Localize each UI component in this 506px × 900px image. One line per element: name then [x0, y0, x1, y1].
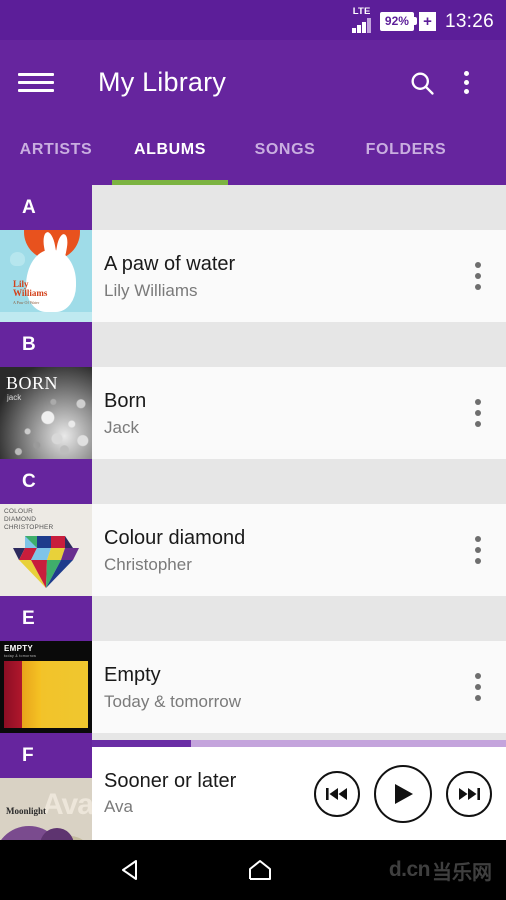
- row-overflow-icon[interactable]: [450, 673, 506, 701]
- album-meta: Colour diamond Christopher: [92, 526, 450, 575]
- album-art: COLOUR DIAMOND CHRISTOPHER: [0, 504, 92, 596]
- play-icon[interactable]: [374, 764, 432, 823]
- album-meta: A paw of water Lily Williams: [92, 252, 450, 301]
- battery-nub-icon: [413, 17, 417, 26]
- battery-indicator: 92% +: [379, 11, 436, 31]
- row-overflow-icon[interactable]: [450, 536, 506, 564]
- tab-artists[interactable]: ARTISTS: [0, 135, 112, 165]
- section-header-filler: [92, 322, 506, 367]
- network-type-label: LTE: [352, 6, 371, 18]
- tab-songs[interactable]: SONGS: [228, 135, 342, 165]
- tab-folders[interactable]: FOLDERS: [342, 135, 470, 165]
- app-bar: My Library: [0, 40, 506, 125]
- hamburger-menu-icon[interactable]: [18, 63, 58, 103]
- section-letter: A: [0, 185, 92, 230]
- mini-player[interactable]: Sooner or later Ava: [92, 740, 506, 840]
- album-art-subtext: Moonlight: [6, 806, 47, 816]
- album-meta: Empty Today & tomorrow: [92, 663, 450, 712]
- album-title: A paw of water: [104, 252, 236, 275]
- diamond-shape-icon: [13, 536, 79, 588]
- status-bar-right: LTE 92% + 13:26: [352, 7, 494, 33]
- section-letter: B: [0, 322, 92, 367]
- section-header: A: [0, 185, 506, 230]
- signal-indicator: LTE: [352, 7, 371, 33]
- section-header: B: [0, 322, 506, 367]
- album-art: Lily Williams A Paw Of Water: [0, 230, 92, 322]
- section-letter: F: [0, 733, 92, 778]
- album-art-text: Lily Williams A Paw Of Water: [13, 279, 48, 305]
- now-playing-title: Sooner or later: [104, 770, 237, 792]
- status-bar-clock: 13:26: [444, 10, 494, 32]
- page-title: My Library: [98, 67, 227, 97]
- more-vertical-icon[interactable]: [444, 61, 488, 105]
- section-letter: C: [0, 459, 92, 504]
- album-artist: Lily Williams: [104, 280, 198, 300]
- watermark-chinese: 当乐网: [432, 861, 492, 884]
- battery-level-label: 92%: [379, 11, 414, 31]
- skip-previous-icon[interactable]: [314, 770, 360, 817]
- mini-player-body: Sooner or later Ava: [92, 747, 506, 840]
- album-art-text: EMPTY today & tomorrow: [4, 644, 37, 658]
- app-root: LTE 92% + 13:26 My Library ARTISTS ALBUM…: [0, 0, 506, 900]
- album-art-subtext: jack: [7, 393, 22, 402]
- watermark-latin: d.cn: [388, 858, 431, 881]
- search-icon[interactable]: [400, 61, 444, 105]
- album-art-text: Ava: [42, 788, 92, 821]
- section-header: C: [0, 459, 506, 504]
- album-art-text: BORN: [6, 373, 59, 393]
- album-art: BORN jack: [0, 367, 92, 459]
- album-art-text: COLOUR DIAMOND CHRISTOPHER: [4, 508, 54, 532]
- section-header-filler: [92, 596, 506, 641]
- section-header-filler: [92, 459, 506, 504]
- status-bar: LTE 92% + 13:26: [0, 0, 506, 40]
- home-icon[interactable]: [220, 857, 300, 883]
- album-artist: Today & tomorrow: [104, 691, 241, 711]
- playback-progress-bar[interactable]: [92, 740, 506, 747]
- album-row[interactable]: COLOUR DIAMOND CHRISTOPHER Colour diamon…: [0, 504, 506, 596]
- tab-bar: ARTISTS ALBUMS SONGS FOLDERS: [0, 125, 506, 185]
- watermark: d.cn 当乐网: [389, 856, 492, 885]
- album-row[interactable]: EMPTY today & tomorrow Empty Today & tomo…: [0, 641, 506, 733]
- album-artist: Jack: [104, 417, 139, 437]
- system-navigation-bar: d.cn 当乐网: [0, 840, 506, 900]
- album-art: EMPTY today & tomorrow: [0, 641, 92, 733]
- now-playing-meta: Sooner or later Ava: [104, 770, 314, 817]
- album-title: Born: [104, 389, 147, 412]
- back-triangle-icon[interactable]: [92, 857, 172, 883]
- album-artist: Christopher: [104, 554, 192, 574]
- row-overflow-icon[interactable]: [450, 262, 506, 290]
- charging-plus-icon: +: [418, 11, 436, 31]
- album-title: Empty: [104, 663, 161, 686]
- signal-bars-icon: [352, 17, 371, 33]
- album-row[interactable]: BORN jack Born Jack: [0, 367, 506, 459]
- row-overflow-icon[interactable]: [450, 399, 506, 427]
- now-playing-artist: Ava: [104, 797, 133, 816]
- section-letter: E: [0, 596, 92, 641]
- album-row[interactable]: Lily Williams A Paw Of Water A paw of wate…: [0, 230, 506, 322]
- tab-albums[interactable]: ALBUMS: [112, 135, 228, 165]
- section-header: E: [0, 596, 506, 641]
- album-title: Colour diamond: [104, 526, 246, 549]
- playback-progress-fill: [92, 740, 192, 747]
- skip-next-icon[interactable]: [446, 770, 492, 817]
- section-header-filler: [92, 185, 506, 230]
- player-controls: [314, 764, 506, 823]
- album-meta: Born Jack: [92, 389, 450, 438]
